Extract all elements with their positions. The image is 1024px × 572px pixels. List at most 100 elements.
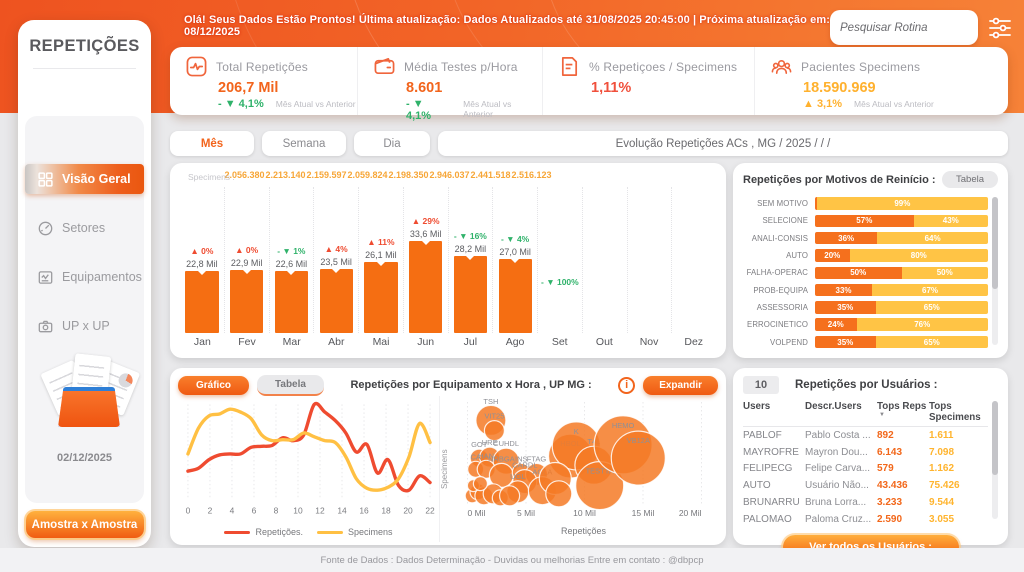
tab-semana[interactable]: Semana [262, 131, 346, 156]
data-date: 02/12/2025 [25, 452, 144, 464]
user-id: BRUNARRU [743, 497, 805, 508]
amostra-x-amostra-button[interactable]: Amostra x Amostra [26, 511, 144, 538]
table-row[interactable]: PABLOFPablo Costa ...8921.611 [743, 427, 988, 444]
motivo-stacked-bar[interactable]: 35%65% [815, 336, 988, 349]
kpi-caption: Mês Atual vs Anterior [854, 99, 934, 109]
evolution-month-column: - ▼ 16%28,2 Mil [449, 187, 494, 333]
sidebar-item-equipamentos[interactable]: Equipamentos [25, 262, 144, 292]
info-icon[interactable]: i [618, 377, 635, 394]
bubble-x-tick: 15 Mil [632, 508, 655, 518]
scrollbar-thumb[interactable] [992, 401, 998, 475]
user-tops-reps: 892 [877, 430, 929, 441]
filter-sliders-icon[interactable] [988, 17, 1012, 39]
motivo-stacked-bar[interactable]: 57%43% [815, 215, 988, 228]
bar-segment: 80% [850, 249, 988, 262]
delta-badge: ▲ 4% [325, 244, 348, 254]
search-box[interactable]: → [830, 10, 978, 45]
hour-tick: 4 [230, 506, 235, 516]
specimens-value [552, 170, 593, 185]
equipment-hour-card: Gráfico Tabela Repetições por Equipament… [170, 368, 726, 545]
users-table-header: Users Descr.Users Tops Reps▼ Tops Specim… [743, 401, 988, 427]
sidebar: REPETIÇÕES Visão GeralSetoresEquipamento… [18, 20, 151, 547]
bar[interactable] [499, 259, 532, 333]
bar[interactable] [454, 256, 487, 333]
tab-mes[interactable]: Mês [170, 131, 254, 156]
sidebar-item-setores[interactable]: Setores [25, 213, 144, 243]
table-row[interactable]: PALOMAOPaloma Cruz...2.5903.055 [743, 511, 988, 528]
bar[interactable] [409, 241, 442, 333]
motivos-tabela-button[interactable]: Tabela [942, 171, 998, 188]
motivo-row: ASSESSORIA35%65% [743, 299, 988, 316]
col-users[interactable]: Users [743, 401, 805, 423]
kpi-value: 18.590.969 [803, 80, 1008, 96]
motivo-stacked-bar[interactable]: 20%80% [815, 249, 988, 262]
legend-label: Repetições. [255, 527, 303, 537]
motivo-stacked-bar[interactable]: 24%76% [815, 318, 988, 331]
motivo-stacked-bar[interactable]: 33%67% [815, 284, 988, 297]
bubble-unlabeled[interactable] [473, 477, 487, 491]
tabela-tab[interactable]: Tabela [257, 375, 324, 396]
top-n-input[interactable] [743, 376, 779, 394]
kpi-value: 206,7 Mil [218, 80, 357, 96]
specimens-value: 2.516.123 [511, 170, 552, 185]
motivo-stacked-bar[interactable]: 50%50% [815, 267, 988, 280]
hour-tick: 16 [359, 506, 369, 516]
bar-segment: 43% [914, 215, 988, 228]
legend-label: Specimens [348, 527, 393, 537]
expandir-button[interactable]: Expandir [643, 376, 718, 395]
kpi-delta: - ▼ 4,1% [218, 98, 264, 110]
folder-illustration [25, 351, 144, 443]
table-row[interactable]: BRUNARRUBruna Lorra...3.2339.544 [743, 494, 988, 511]
bar-value-label: 22,6 Mil [276, 259, 308, 269]
bar[interactable] [275, 271, 308, 333]
evolution-month-column: ▲ 4%23,5 Mil [314, 187, 359, 333]
bubble-unlabeled[interactable] [500, 486, 520, 506]
bubble-x-tick: 0 Mil [468, 508, 486, 518]
user-tops-reps: 43.436 [877, 480, 929, 491]
table-row[interactable]: MAYROFREMayron Dou...6.1437.098 [743, 444, 988, 461]
col-tops-reps[interactable]: Tops Reps▼ [877, 401, 929, 423]
kpi-title: Pacientes Specimens [801, 60, 920, 74]
motivos-chart: SEM MOTIVO99%SELECIONE57%43%ANALI-CONSIS… [743, 195, 998, 351]
col-descr[interactable]: Descr.Users [805, 401, 877, 423]
evolution-chart-card: Specimens : 2.056.3802.213.1402.159.5972… [170, 163, 726, 358]
motivo-row: AUTO20%80% [743, 247, 988, 264]
bar-segment: 57% [815, 215, 914, 228]
document-icon [559, 56, 580, 77]
scrollbar-track[interactable] [992, 197, 998, 345]
bar-segment: 35% [815, 336, 876, 349]
motivo-row: VOLPEND35%65% [743, 333, 988, 350]
table-row[interactable]: FELIPECGFelipe Carva...5791.162 [743, 461, 988, 478]
bubble-label: K [574, 427, 579, 436]
motivo-row: PROB-EQUIPA33%67% [743, 281, 988, 298]
evolution-month-column [672, 187, 716, 333]
motivo-stacked-bar[interactable]: 99% [815, 197, 988, 210]
grafico-tab[interactable]: Gráfico [178, 376, 249, 395]
bar[interactable] [364, 262, 397, 333]
bubble-unlabeled[interactable] [546, 481, 572, 507]
bar[interactable] [320, 269, 353, 333]
motivo-label: ASSESSORIA [743, 303, 815, 312]
bar[interactable] [185, 271, 218, 333]
bubble-x-tick: 5 Mil [517, 508, 535, 518]
line-series-repeties[interactable] [188, 403, 430, 490]
month-label: Jul [448, 336, 493, 348]
sidebar-item-up-x-up[interactable]: UP x UP [25, 311, 144, 341]
tab-dia[interactable]: Dia [354, 131, 430, 156]
month-label: Ago [493, 336, 538, 348]
bar[interactable] [230, 270, 263, 333]
table-row[interactable]: AUTOUsuário Não...43.43675.426 [743, 477, 988, 494]
motivo-stacked-bar[interactable]: 36%64% [815, 232, 988, 245]
user-descr: Usuário Não... [805, 480, 877, 491]
scrollbar-track[interactable] [992, 401, 998, 519]
user-descr: Pablo Costa ... [805, 430, 877, 441]
motivo-stacked-bar[interactable]: 35%65% [815, 301, 988, 314]
hour-tick: 6 [252, 506, 257, 516]
search-input[interactable] [840, 22, 996, 34]
scrollbar-thumb[interactable] [992, 197, 998, 289]
col-tops-specimens[interactable]: Tops Specimens [929, 401, 988, 423]
mini-pie-chart [116, 371, 134, 389]
sidebar-item-vis-o-geral[interactable]: Visão Geral [25, 164, 144, 194]
month-label: Mar [269, 336, 314, 348]
update-status-message: Olá! Seus Dados Estão Prontos! Última at… [184, 14, 834, 38]
